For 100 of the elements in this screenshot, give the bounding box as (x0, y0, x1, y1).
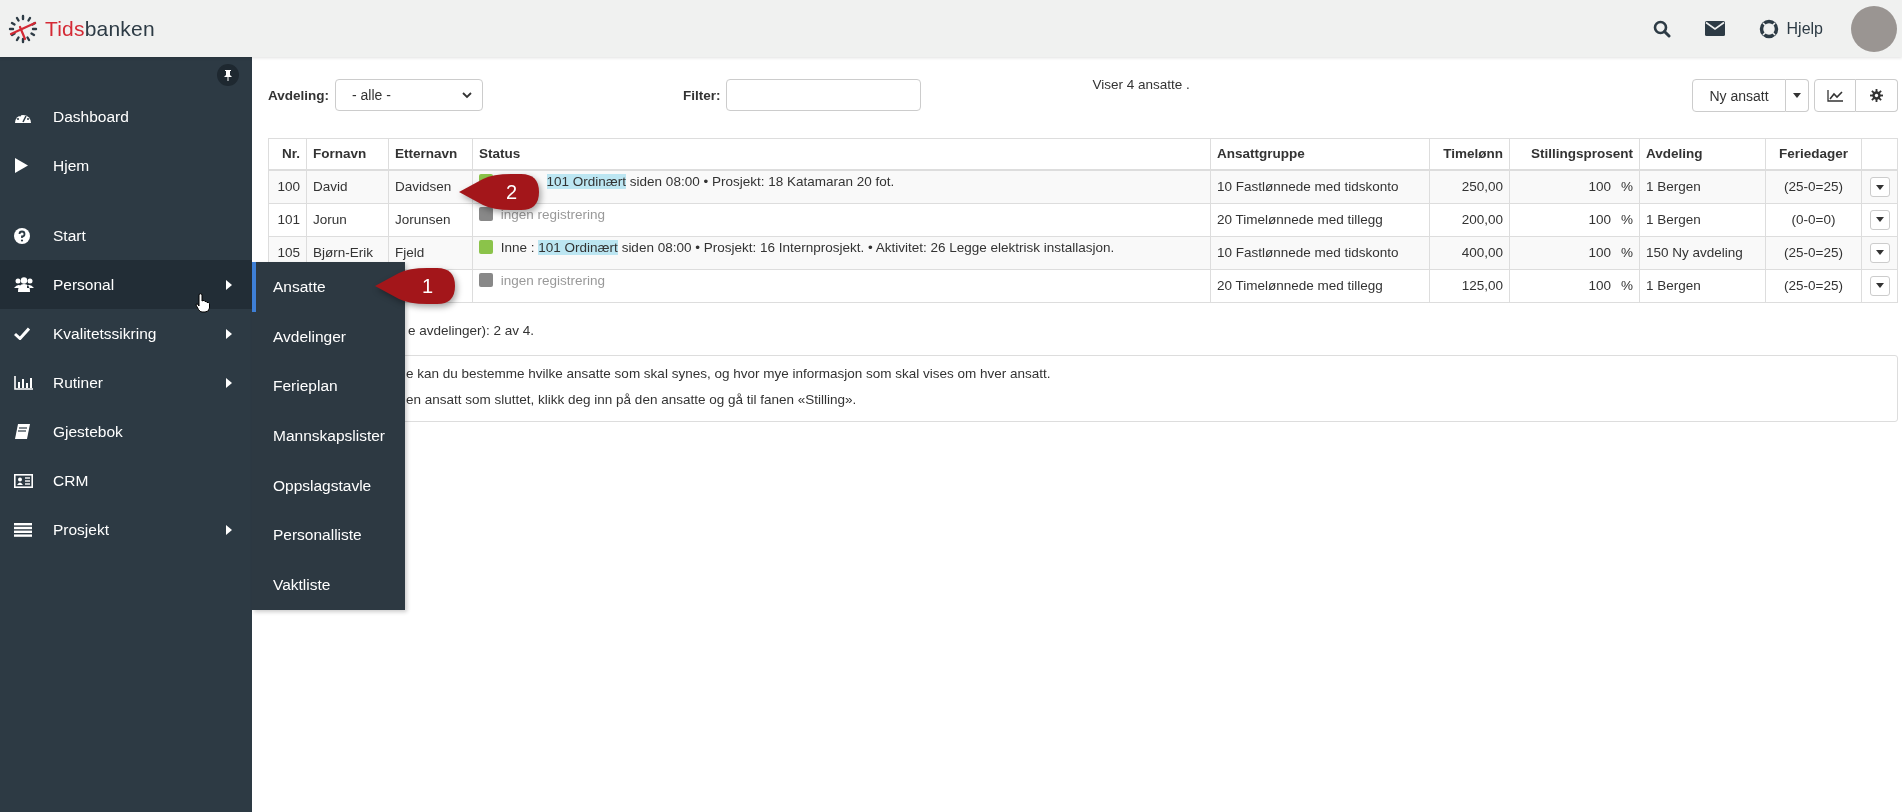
bar-chart-icon (14, 375, 33, 390)
search-icon[interactable] (1652, 19, 1671, 38)
sidebar-item[interactable]: Personal (0, 260, 252, 309)
table-cell: 250,00 (1461, 178, 1503, 194)
step-callout-tooltip: 1 (375, 268, 455, 304)
info-text: en ansatt som sluttet, klikk deg inn på den ansatte og gå til fanen «Stilling». (406, 390, 858, 409)
table-cell: 100 (1588, 244, 1611, 260)
table-cell: Fjeld (395, 244, 425, 260)
new-employee-button[interactable]: Ny ansatt (1692, 79, 1786, 112)
employee-count: Viser 4 ansatte . (1092, 77, 1190, 92)
submenu-item[interactable]: Personalliste (252, 510, 405, 561)
sidebar-item[interactable]: Dashboard (0, 92, 252, 141)
step-callout-tooltip: 2 (459, 174, 539, 210)
row-menu-button[interactable] (1869, 275, 1890, 296)
avatar[interactable] (1851, 5, 1897, 52)
status-label: Inne : (500, 239, 535, 255)
status-text: siden 08:00 • Prosjekt: 16 Internprosjekt. • Aktivitet: 26 Legge elektrisk installasjon. (621, 239, 1115, 255)
table-cell: 20 Timelønnede med tillegg (1217, 211, 1383, 227)
caret-right-icon (226, 279, 232, 290)
caret-right-icon (226, 524, 232, 535)
table-cell: 125,00 (1461, 277, 1503, 293)
row-menu-button[interactable] (1869, 242, 1890, 263)
department-label: Avdeling: (268, 87, 329, 103)
table-cell: 400,00 (1461, 244, 1503, 260)
question-icon (14, 227, 30, 244)
pin-icon[interactable] (217, 63, 239, 86)
help-link[interactable]: Hjelp (1758, 18, 1823, 39)
submenu-item[interactable]: Ferieplan (252, 361, 405, 412)
sidebar-item[interactable]: Hjem (0, 141, 252, 190)
sidebar-item[interactable]: Gjestebok (0, 407, 252, 456)
dropdown-button[interactable] (1786, 79, 1809, 112)
chevron-down-icon (462, 91, 472, 99)
users-icon (14, 277, 34, 292)
percent-sign: % (1621, 211, 1633, 227)
submenu-item[interactable]: Oppslagstavle (252, 460, 405, 511)
table-cell: 100 (1588, 211, 1611, 227)
chart-button[interactable] (1814, 79, 1856, 112)
sidebar-item[interactable]: Start (0, 190, 252, 260)
table-cell: 105 (277, 244, 300, 260)
table-cell: 10 Fastlønnede med tidskonto (1217, 178, 1399, 194)
table-cell: 1 Bergen (1646, 277, 1701, 293)
table-cell: 101 (277, 211, 300, 227)
clock-logo-icon (8, 13, 38, 44)
submenu-item[interactable]: Mannskapslister (252, 411, 405, 461)
gear-icon (1870, 89, 1883, 102)
filter-label: Filter: (683, 87, 721, 103)
list-icon (14, 522, 32, 537)
sidebar-item[interactable]: CRM (0, 456, 252, 505)
table-cell: David (313, 178, 348, 194)
table-cell: 100 (1588, 178, 1611, 194)
submenu-item[interactable]: Vaktliste (252, 560, 405, 610)
table-cell: Jorun (313, 211, 347, 227)
caret-right-icon (226, 328, 232, 339)
line-chart-icon (1827, 89, 1843, 102)
sidebar-item[interactable]: Kvalitetssikring (0, 309, 252, 358)
book-icon (14, 424, 30, 439)
status-text: siden 08:00 • Prosjekt: 18 Katamaran 20 fot. (629, 174, 895, 189)
table-cell: Davidsen (395, 178, 452, 194)
lifebuoy-icon (1758, 18, 1779, 39)
caret-down-icon (1875, 250, 1884, 256)
check-icon (14, 327, 30, 340)
table-cell: Jorunsen (395, 211, 451, 227)
table-cell: (25-0=25) (1784, 277, 1843, 293)
row-menu-button[interactable] (1869, 209, 1890, 230)
id-card-icon (14, 473, 33, 488)
table-cell: (0-0=0) (1791, 211, 1836, 227)
percent-sign: % (1621, 178, 1633, 194)
caret-down-icon (1793, 93, 1801, 98)
info-text: e kan du bestemme hvilke ansatte som skal synes, og hvor mye informasjon som skal vises om hver ansatt. (406, 364, 1052, 383)
submenu-item[interactable]: Avdelinger (252, 311, 405, 362)
caret-down-icon (1875, 283, 1884, 289)
brand-name: Tidsbanken (45, 16, 155, 41)
mail-icon[interactable] (1704, 21, 1725, 36)
table-cell: 100 (277, 178, 300, 194)
hand-cursor-icon (195, 293, 211, 313)
table-cell: (25-0=25) (1784, 244, 1843, 260)
sidebar-item[interactable]: Prosjekt (0, 505, 252, 554)
table-cell: 150 Ny avdeling (1646, 244, 1743, 260)
table-cell: 100 (1588, 277, 1611, 293)
table-cell: 20 Timelønnede med tillegg (1217, 277, 1383, 293)
percent-sign: % (1621, 244, 1633, 260)
percent-sign: % (1621, 277, 1633, 293)
status-text: ingen registrering (500, 272, 606, 288)
table-cell: 1 Bergen (1646, 211, 1701, 227)
caret-down-icon (1875, 184, 1884, 190)
caret-down-icon (1875, 217, 1884, 223)
department-select[interactable]: - alle - (335, 79, 483, 111)
time-code-tag: 101 Ordinært (538, 239, 618, 255)
row-menu-button[interactable] (1869, 177, 1890, 197)
play-icon (14, 158, 28, 173)
time-code-tag: 101 Ordinært (546, 174, 627, 189)
table-cell: 200,00 (1461, 211, 1503, 227)
sidebar-item[interactable]: Rutiner (0, 358, 252, 407)
table-cell: (25-0=25) (1784, 178, 1843, 194)
table-cell: 10 Fastlønnede med tidskonto (1217, 244, 1399, 260)
settings-button[interactable] (1856, 79, 1898, 112)
table-cell: 1 Bergen (1646, 178, 1701, 194)
table-cell: Bjørn-Erik (313, 244, 373, 260)
caret-right-icon (226, 377, 232, 388)
filter-field[interactable] (725, 79, 921, 111)
